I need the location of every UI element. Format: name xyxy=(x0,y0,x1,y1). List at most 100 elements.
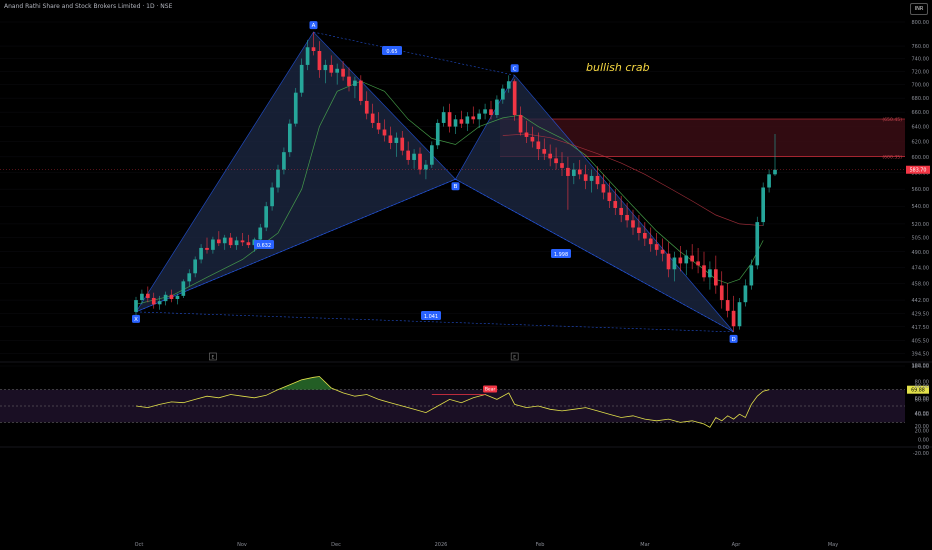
currency-button[interactable]: INR xyxy=(910,3,928,15)
candle-body xyxy=(216,239,221,244)
candle-body xyxy=(459,119,464,124)
price-axis-tick: 417.50 xyxy=(912,325,930,331)
candle-body xyxy=(335,68,340,73)
candle-body xyxy=(412,153,416,160)
candle-body xyxy=(702,265,706,278)
pattern-point-b-label: B xyxy=(454,184,458,190)
candle-body xyxy=(299,64,304,93)
candle-body xyxy=(240,240,245,243)
candle-body xyxy=(495,99,499,116)
candle-body xyxy=(447,112,452,127)
candle-body xyxy=(193,259,198,274)
candle-body xyxy=(583,174,588,181)
price-axis-tick: 560.00 xyxy=(912,187,930,193)
candle-body xyxy=(418,153,422,170)
candle-body xyxy=(684,255,689,264)
price-axis-tick: 740.00 xyxy=(912,57,930,63)
zone-lower-label: (600.35) xyxy=(882,155,902,161)
event-marker-label: E xyxy=(211,355,214,361)
candle-body xyxy=(222,237,227,244)
price-axis-tick: 458.00 xyxy=(912,281,930,287)
chart[interactable]: 800.00 760.00 740.00 720.00 700.00 680.00 660.… xyxy=(0,0,932,550)
pattern-point-d-label: D xyxy=(731,337,735,343)
price-axis-tick: 600.00 xyxy=(912,155,930,161)
rsi-divergence-label: Bear xyxy=(485,387,496,393)
candle-body xyxy=(453,119,458,127)
candle-body xyxy=(631,220,635,228)
price-axis-tick: 720.00 xyxy=(912,69,930,75)
lower-axis-tick: 80.00 xyxy=(915,384,929,390)
candle-body xyxy=(518,115,523,133)
candle-body xyxy=(264,206,269,228)
candle-body xyxy=(678,257,683,264)
price-axis-tick: 474.00 xyxy=(912,265,930,271)
time-axis-tick: Apr xyxy=(732,542,742,548)
candle-body xyxy=(613,201,618,208)
candle-body xyxy=(181,281,186,296)
candle-body xyxy=(725,300,730,311)
candle-body xyxy=(465,116,470,124)
price-axis-tick: 405.50 xyxy=(912,338,930,344)
candle-body xyxy=(169,294,174,300)
candle-body xyxy=(708,269,712,278)
candle-body xyxy=(145,293,150,298)
ratio-label: 0.632 xyxy=(257,243,271,249)
candle-body xyxy=(571,169,576,176)
candle-body xyxy=(388,135,393,143)
price-axis-tick: 660.00 xyxy=(912,110,930,116)
candle-body xyxy=(370,113,375,123)
candle-body xyxy=(500,88,505,100)
candle-body xyxy=(648,238,653,245)
candle-body xyxy=(157,301,162,305)
pattern-point-c-label: C xyxy=(513,66,517,72)
event-marker-label: E xyxy=(513,355,516,361)
candle-body xyxy=(163,294,168,302)
candle-body xyxy=(690,255,695,262)
candle-body xyxy=(305,47,310,65)
candle-body xyxy=(471,116,476,120)
rsi-overbought-fill xyxy=(278,376,332,390)
candle-body xyxy=(376,122,381,130)
candle-body xyxy=(406,150,411,160)
price-axis-tick: 520.00 xyxy=(912,222,930,228)
candle-body xyxy=(595,175,600,185)
candle-body xyxy=(400,137,405,151)
price-axis-tick: 680.00 xyxy=(912,96,930,102)
price-axis-tick: 700.00 xyxy=(912,83,930,89)
time-axis-tick: Dec xyxy=(331,542,341,548)
candle-body xyxy=(134,300,138,312)
candle-body xyxy=(477,113,482,120)
pattern-point-a-label: A xyxy=(312,23,316,29)
candle-body xyxy=(270,187,274,207)
candle-body xyxy=(311,47,316,52)
candle-body xyxy=(666,253,671,270)
candle-body xyxy=(199,247,203,260)
candle-body xyxy=(566,167,570,176)
rsi-axis-tick: 100.00 xyxy=(912,363,930,369)
price-axis-tick: 429.50 xyxy=(912,312,930,318)
ratio-label: 1.041 xyxy=(424,314,438,320)
candle-body xyxy=(317,51,322,71)
candle-body xyxy=(394,137,399,143)
candle-body xyxy=(441,112,446,123)
lower-axis-tick: 0.00 xyxy=(918,438,929,444)
ratio-label: 0.65 xyxy=(386,49,397,55)
candle-body xyxy=(696,261,700,266)
candle-body xyxy=(341,68,345,77)
lower-axis-tick: -20.00 xyxy=(913,451,929,457)
candle-body xyxy=(228,237,233,246)
candle-body xyxy=(424,164,428,170)
candle-body xyxy=(755,222,760,266)
candle-body xyxy=(548,153,553,159)
candle-body xyxy=(483,109,487,114)
candle-body xyxy=(542,149,547,154)
candle-body xyxy=(287,123,292,153)
candle-body xyxy=(282,152,286,170)
candle-body xyxy=(660,249,665,254)
price-axis-tick: 760.00 xyxy=(912,44,930,50)
candle-body xyxy=(276,169,280,188)
lower-axis-tick: 60.00 xyxy=(915,397,929,403)
candle-body xyxy=(187,273,192,282)
time-axis-tick: May xyxy=(828,542,838,548)
candle-body xyxy=(329,64,334,73)
